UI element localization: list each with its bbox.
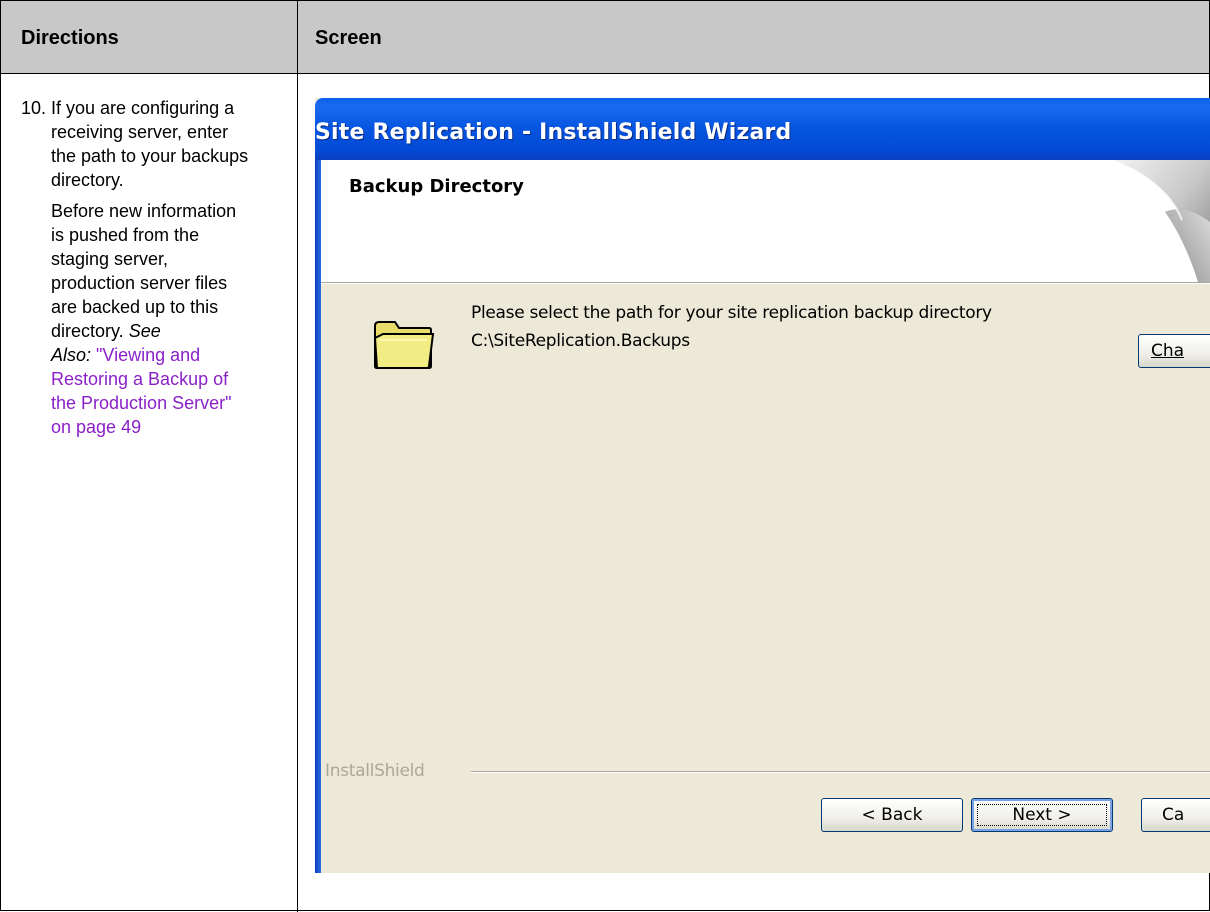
- back-button[interactable]: < Back: [821, 798, 963, 832]
- directions-cell: 10. If you are configuring a receiving s…: [1, 74, 297, 446]
- step-body: If you are configuring a receiving serve…: [51, 96, 251, 446]
- window-title: Site Replication - InstallShield Wizard: [315, 120, 792, 145]
- focus-rectangle: [977, 804, 1107, 826]
- header-directions: Directions: [21, 27, 119, 49]
- installshield-brand-line: InstallShield: [321, 761, 1210, 781]
- wizard-banner: Backup Directory: [321, 160, 1210, 282]
- path-prompt: Please select the path for your site rep…: [471, 303, 992, 323]
- backup-path-value: C:\SiteReplication.Backups: [471, 331, 690, 351]
- installshield-brand: InstallShield: [325, 761, 425, 781]
- title-bar[interactable]: Site Replication - InstallShield Wizard: [315, 98, 1210, 160]
- brand-divider: [471, 771, 1210, 773]
- page-curl-graphic: [1109, 160, 1210, 282]
- cancel-button-label: Ca: [1162, 805, 1185, 825]
- change-button-label: Cha: [1151, 341, 1185, 361]
- banner-separator: [321, 282, 1210, 284]
- cancel-button[interactable]: Ca: [1141, 798, 1210, 832]
- change-button[interactable]: Cha: [1138, 334, 1210, 368]
- banner-title: Backup Directory: [349, 176, 524, 197]
- installshield-wizard-window: Site Replication - InstallShield Wizard …: [315, 98, 1210, 873]
- next-button[interactable]: Next >: [971, 798, 1113, 832]
- step-number: 10.: [21, 98, 47, 118]
- step-note-text: Before new information is pushed from th…: [51, 201, 237, 341]
- table-header-row: Directions Screen: [1, 1, 1209, 74]
- step-instruction: If you are configuring a receiving serve…: [51, 98, 249, 190]
- column-divider: [297, 1, 298, 912]
- folder-icon: [373, 321, 435, 369]
- step-note: Before new information is pushed from th…: [51, 199, 251, 439]
- back-button-label: < Back: [861, 805, 923, 825]
- header-screen: Screen: [315, 27, 382, 49]
- step-item: 10. If you are configuring a receiving s…: [21, 96, 277, 446]
